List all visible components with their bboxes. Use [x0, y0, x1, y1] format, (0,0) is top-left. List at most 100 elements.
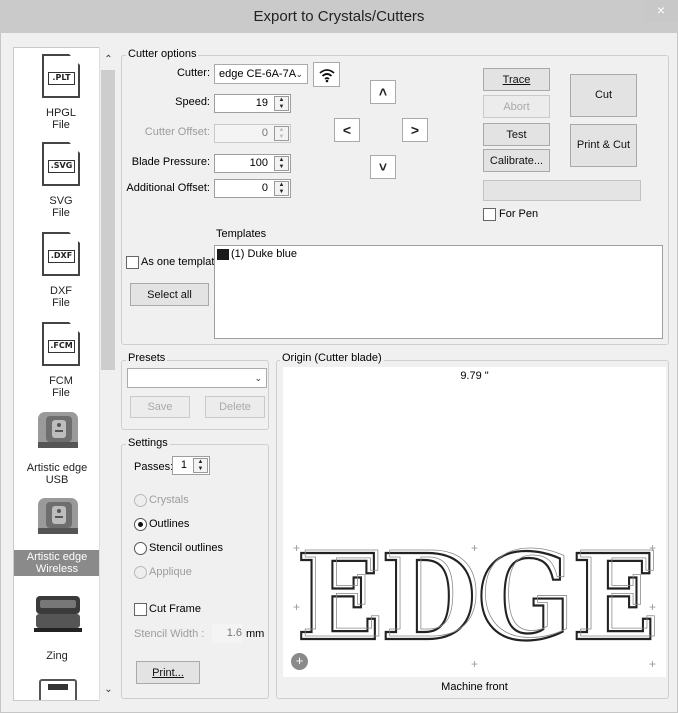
- select-all-button[interactable]: Select all: [130, 283, 209, 306]
- move-right-button[interactable]: ˃: [402, 118, 428, 142]
- templates-list[interactable]: (1) Duke blue: [214, 245, 663, 339]
- move-left-button[interactable]: ˂: [334, 118, 360, 142]
- print-and-cut-button[interactable]: Print & Cut: [570, 124, 637, 167]
- scroll-up-icon[interactable]: ⌃: [99, 52, 118, 68]
- dxf-file-icon: .DXF: [42, 232, 80, 276]
- test-button[interactable]: Test: [483, 123, 550, 146]
- chevron-right-icon: ˃: [410, 122, 420, 138]
- speed-input[interactable]: 19 ▲ ▼: [214, 94, 291, 113]
- blade-pressure-stepper[interactable]: ▲ ▼: [274, 156, 289, 171]
- chevron-down-icon: ˅: [378, 159, 388, 175]
- sidebar-item-label: Artistic edge: [26, 551, 88, 563]
- stencil-outlines-radio[interactable]: [134, 542, 147, 555]
- stencil-width-unit: mm: [246, 628, 265, 640]
- as-one-template-label: As one template: [141, 256, 221, 268]
- additional-offset-input[interactable]: 0 ▲ ▼: [214, 179, 291, 198]
- cutter-offset-input: 0 ▲ ▼: [214, 124, 291, 143]
- marker-plus-icon: +: [649, 657, 657, 671]
- outlines-label: Outlines: [149, 518, 190, 530]
- cutter-label: Cutter:: [176, 67, 210, 79]
- sidebar-item-sublabel: Wireless: [35, 563, 79, 575]
- marker-plus-icon: +: [471, 541, 479, 555]
- blade-pressure-label: Blade Pressure:: [131, 156, 210, 168]
- close-icon[interactable]: ×: [644, 0, 678, 22]
- sidebar-item-dxf[interactable]: .DXF DXF File: [18, 232, 104, 309]
- crystals-label: Crystals: [149, 494, 189, 506]
- origin-legend: Origin (Cutter blade): [280, 352, 384, 364]
- origin-marker-icon[interactable]: +: [291, 653, 308, 670]
- stencil-width-input: 1.6: [212, 624, 242, 643]
- additional-offset-stepper[interactable]: ▲ ▼: [274, 181, 289, 196]
- cut-frame-label: Cut Frame: [149, 603, 201, 615]
- design-preview: EDGE EDGE: [292, 525, 661, 669]
- template-item[interactable]: (1) Duke blue: [231, 248, 297, 260]
- templates-label: Templates: [216, 228, 267, 240]
- sidebar-item-svg[interactable]: .SVG SVG File: [18, 142, 104, 219]
- window-title: Export to Crystals/Cutters: [253, 8, 425, 25]
- title-bar: Export to Crystals/Cutters ×: [0, 0, 678, 33]
- trace-button[interactable]: Trace: [483, 68, 550, 91]
- cut-preview-canvas[interactable]: 9.79 " EDGE EDGE + + + + + + + +: [283, 367, 666, 677]
- cutter-options-legend: Cutter options: [126, 48, 199, 60]
- cutter-device-icon: [38, 412, 78, 448]
- sidebar-item-sublabel: USB: [45, 474, 69, 486]
- wifi-button[interactable]: [313, 62, 340, 87]
- machine-front-label: Machine front: [441, 681, 508, 693]
- sidebar-item-label: HPGL: [46, 107, 76, 119]
- scroll-down-icon[interactable]: ⌄: [99, 682, 118, 698]
- cut-button[interactable]: Cut: [570, 74, 637, 117]
- blade-pressure-input[interactable]: 100 ▲ ▼: [214, 154, 291, 173]
- zing-device-icon: [34, 596, 82, 632]
- applique-label: Applique: [149, 566, 192, 578]
- marker-plus-icon: +: [649, 600, 657, 614]
- wifi-icon: [319, 69, 335, 83]
- cut-frame-checkbox[interactable]: [134, 603, 147, 616]
- for-pen-checkbox[interactable]: [483, 208, 496, 221]
- abort-button: Abort: [483, 95, 550, 118]
- passes-stepper[interactable]: ▲ ▼: [193, 458, 208, 473]
- sidebar-item-label: FCM: [49, 375, 73, 387]
- sidebar-item-fcm[interactable]: .FCM FCM File: [18, 322, 104, 399]
- print-button[interactable]: Print...: [136, 661, 200, 684]
- sidebar-item-artistic-edge-wireless[interactable]: Artistic edge Wireless: [14, 494, 100, 580]
- sidebar-item-label: DXF: [50, 285, 72, 297]
- chevron-down-icon: ⌄: [295, 69, 303, 79]
- presets-select[interactable]: ⌄: [127, 368, 267, 388]
- chevron-down-icon: ⌄: [254, 373, 262, 383]
- for-pen-label: For Pen: [499, 208, 539, 220]
- crystals-radio: [134, 494, 147, 507]
- speed-stepper[interactable]: ▲ ▼: [274, 96, 289, 111]
- move-up-button[interactable]: ˄: [370, 80, 396, 104]
- sidebar-scroll-thumb[interactable]: [101, 70, 115, 370]
- cutter-offset-stepper: ▲ ▼: [274, 126, 289, 141]
- save-preset-button: Save: [130, 396, 190, 418]
- move-down-button[interactable]: ˅: [370, 155, 396, 179]
- marker-plus-icon: +: [471, 657, 479, 671]
- svg-file-icon: .SVG: [42, 142, 80, 186]
- marker-plus-icon: +: [293, 600, 301, 614]
- sidebar-item-zing[interactable]: Zing: [14, 586, 100, 662]
- sidebar-item-hpgl[interactable]: .PLT HPGL File: [18, 54, 104, 131]
- passes-input[interactable]: 1 ▲ ▼: [172, 456, 210, 475]
- device-icon: [39, 679, 77, 700]
- sidebar-item-artistic-edge-usb[interactable]: Artistic edge USB: [14, 408, 100, 486]
- marker-plus-icon: +: [649, 541, 657, 555]
- as-one-template-checkbox[interactable]: [126, 256, 139, 269]
- sidebar-item-sublabel: File: [52, 207, 70, 219]
- svg-text:EDGE: EDGE: [300, 545, 660, 653]
- sidebar-item-label: SVG: [49, 195, 73, 207]
- progress-bar: [483, 180, 641, 201]
- calibrate-button[interactable]: Calibrate...: [483, 149, 550, 172]
- applique-radio: [134, 566, 147, 579]
- additional-offset-label: Additional Offset:: [126, 182, 210, 194]
- outlines-radio[interactable]: [134, 518, 147, 531]
- chevron-left-icon: ˂: [342, 122, 352, 138]
- sidebar-item-label: Zing: [46, 650, 68, 662]
- sidebar-item-label: Artistic edge: [26, 462, 88, 474]
- stencil-outlines-label: Stencil outlines: [149, 542, 223, 554]
- cutter-offset-label: Cutter Offset:: [144, 126, 210, 138]
- fcm-file-icon: .FCM: [42, 322, 80, 366]
- width-readout: 9.79 ": [460, 370, 489, 382]
- plt-file-icon: .PLT: [42, 54, 80, 98]
- cutter-select[interactable]: edge CE-6A-7A ⌄: [214, 64, 308, 84]
